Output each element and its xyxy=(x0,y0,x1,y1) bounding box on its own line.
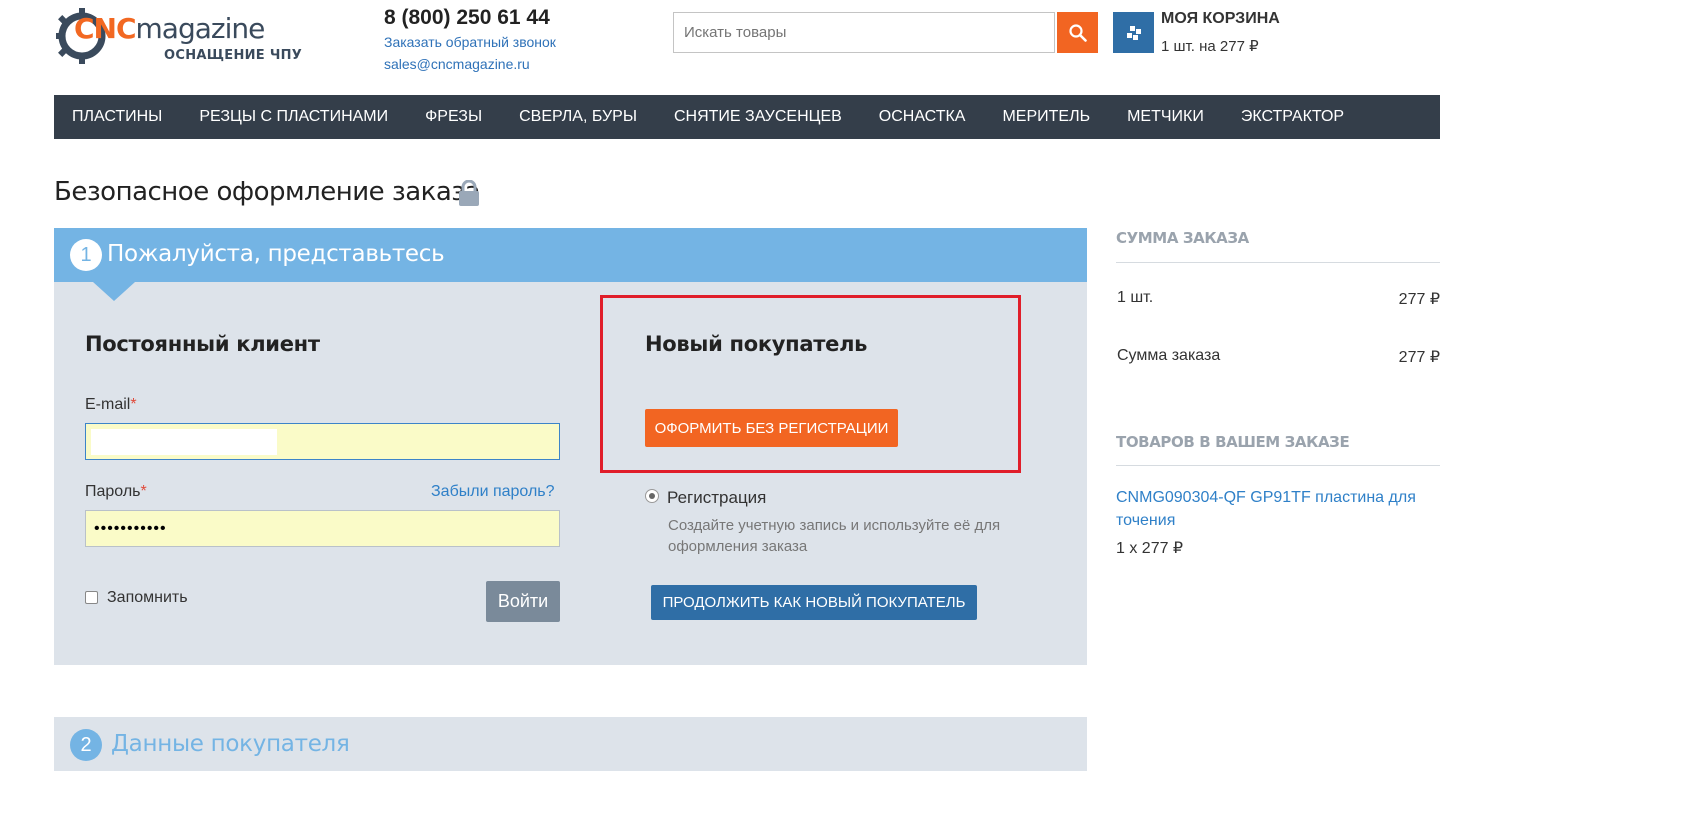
phone-number[interactable]: 8 (800) 250 61 44 xyxy=(384,6,550,30)
step1-header: 1 Пожалуйста, представьтесь xyxy=(54,228,1087,282)
nav-item-mills[interactable]: ФРЕЗЫ xyxy=(425,108,482,126)
nav-item-tooling[interactable]: ОСНАСТКА xyxy=(879,108,966,126)
returning-customer-title: Постоянный клиент xyxy=(85,332,320,356)
password-field-value: ••••••••••• xyxy=(94,519,167,537)
continue-new-customer-button[interactable]: ПРОДОЛЖИТЬ КАК НОВЫЙ ПОКУПАТЕЛЬ xyxy=(651,585,977,620)
password-label-text: Пароль xyxy=(85,483,141,500)
logo-tagline: ОСНАЩЕНИЕ ЧПУ xyxy=(164,48,303,63)
step1-title: Пожалуйста, представьтесь xyxy=(107,241,445,267)
required-mark: * xyxy=(140,483,147,500)
step2-number: 2 xyxy=(70,729,102,761)
items-heading: ТОВАРОВ В ВАШЕМ ЗАКАЗЕ xyxy=(1116,433,1350,451)
forgot-password-link[interactable]: Забыли пароль? xyxy=(431,483,555,501)
nav-item-extractor[interactable]: ЭКСТРАКТОР xyxy=(1241,108,1344,126)
sidebar-qty-label: 1 шт. xyxy=(1117,289,1154,306)
nav-item-taps[interactable]: МЕТЧИКИ xyxy=(1127,108,1204,126)
remember-label[interactable]: Запомнить xyxy=(107,589,188,607)
search-button[interactable] xyxy=(1057,12,1098,53)
email-label: E-mail* xyxy=(85,396,137,414)
sidebar-total-label: Сумма заказа xyxy=(1117,347,1221,364)
search-icon xyxy=(1068,23,1087,42)
page-title: Безопасное оформление заказа xyxy=(54,177,481,207)
email-label-text: E-mail xyxy=(85,396,131,413)
nav-item-cutters[interactable]: РЕЗЦЫ С ПЛАСТИНАМИ xyxy=(199,108,388,126)
logo-wordmark: CNCmagazine xyxy=(74,12,266,45)
logo-brand-magazine: magazine xyxy=(135,12,266,45)
nav-item-plates[interactable]: ПЛАСТИНЫ xyxy=(72,108,162,126)
registration-description: Создайте учетную запись и используйте её… xyxy=(668,517,1001,555)
nav-item-drills[interactable]: СВЕРЛА, БУРЫ xyxy=(519,108,637,126)
cart-icon xyxy=(1126,25,1141,40)
cart-title[interactable]: МОЯ КОРЗИНА xyxy=(1161,10,1280,28)
divider xyxy=(1116,262,1440,263)
product-link[interactable]: CNMG090304-QF GP91TF пластина для точени… xyxy=(1116,486,1416,532)
registration-radio[interactable] xyxy=(645,489,659,503)
password-field[interactable]: ••••••••••• xyxy=(85,510,560,547)
email-field[interactable] xyxy=(85,423,560,460)
password-label: Пароль* xyxy=(85,483,147,501)
cart-summary: 1 шт. на 277 ₽ xyxy=(1161,38,1259,55)
product-qty-price: 1 x 277 ₽ xyxy=(1116,540,1184,557)
step2-title: Данные покупателя xyxy=(111,731,350,757)
email-link[interactable]: sales@cncmagazine.ru xyxy=(384,56,530,72)
search-input[interactable] xyxy=(673,12,1055,53)
remember-checkbox[interactable] xyxy=(85,591,98,604)
login-button[interactable]: Войти xyxy=(486,581,560,622)
cart-button[interactable] xyxy=(1113,12,1154,53)
email-autofill-value xyxy=(91,429,277,455)
nav-item-deburring[interactable]: СНЯТИЕ ЗАУСЕНЦЕВ xyxy=(674,108,842,126)
lock-icon xyxy=(459,180,479,206)
callback-link[interactable]: Заказать обратный звонок xyxy=(384,34,556,50)
order-sum-heading: СУММА ЗАКАЗА xyxy=(1116,229,1249,247)
step1-number: 1 xyxy=(70,239,102,271)
main-nav: ПЛАСТИНЫ РЕЗЦЫ С ПЛАСТИНАМИ ФРЕЗЫ СВЕРЛА… xyxy=(54,95,1440,139)
divider xyxy=(1116,465,1440,466)
guest-checkout-button[interactable]: ОФОРМИТЬ БЕЗ РЕГИСТРАЦИИ xyxy=(645,409,898,447)
site-logo[interactable]: CNCmagazine ОСНАЩЕНИЕ ЧПУ xyxy=(56,6,302,66)
logo-brand-cnc: CNC xyxy=(74,12,137,45)
required-mark: * xyxy=(130,396,137,413)
sidebar-total-value: 277 ₽ xyxy=(1398,349,1440,366)
sidebar-qty-value: 277 ₽ xyxy=(1398,291,1440,308)
step1-arrow xyxy=(93,282,135,301)
registration-label[interactable]: Регистрация xyxy=(667,488,766,508)
step2-panel[interactable]: 2 Данные покупателя xyxy=(54,717,1087,771)
nav-item-measuring[interactable]: МЕРИТЕЛЬ xyxy=(1002,108,1090,126)
